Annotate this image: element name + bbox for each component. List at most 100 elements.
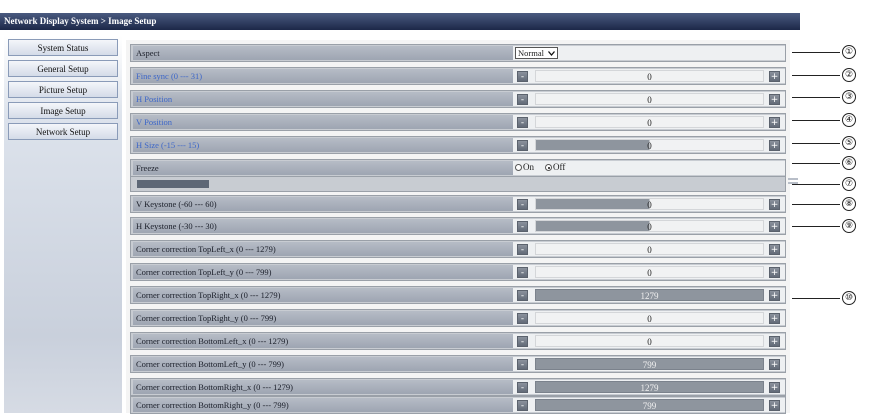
h-size-decrease-button[interactable]: - [517,140,528,151]
corner-tr-x-decrease-button[interactable]: - [517,290,528,301]
callout-leader-line [792,298,840,299]
corner-tr-x-value-cell: - 1279 + [513,288,785,302]
callout-marker: ② [842,68,856,82]
v-position-label[interactable]: V Position [133,115,514,129]
chevron-down-icon [548,49,556,56]
sidebar-item-image-setup[interactable]: Image Setup [8,102,118,119]
corner-bl-y-decrease-button[interactable]: - [517,359,528,370]
fine-sync-increase-button[interactable]: + [769,71,780,82]
callout-leader-line [792,52,840,53]
aspect-label: Aspect [133,46,514,60]
corner-tl-x-decrease-button[interactable]: - [517,244,528,255]
freeze-on-label: On [523,162,534,172]
h-keystone-decrease-button[interactable]: - [517,221,528,232]
callout-leader-line [792,163,840,164]
h-keystone-row: H Keystone (-30 --- 30) - 0 + [130,217,786,235]
corner-br-y-decrease-button[interactable]: - [517,400,528,411]
h-position-value: 0 [535,93,764,105]
corner-tl-y-decrease-button[interactable]: - [517,267,528,278]
corner-br-x-value: 1279 [535,381,764,393]
keystone-section-header [130,176,786,192]
corner-tl-x-value: 0 [535,243,764,255]
corner-tl-x-increase-button[interactable]: + [769,244,780,255]
h-size-increase-button[interactable]: + [769,140,780,151]
h-position-row: H Position - 0 + [130,90,786,108]
h-size-row: H Size (-15 --- 15) - 0 + [130,136,786,154]
corner-bl-y-label: Corner correction BottomLeft_y (0 --- 79… [133,357,514,371]
v-keystone-decrease-button[interactable]: - [517,199,528,210]
corner-tl-y-increase-button[interactable]: + [769,267,780,278]
h-size-slider[interactable]: 0 [535,139,764,151]
sidebar-item-general-setup[interactable]: General Setup [8,60,118,77]
corner-bl-x-increase-button[interactable]: + [769,336,780,347]
h-keystone-value-cell: - 0 + [513,219,785,233]
callout-leader-line [792,184,840,185]
corner-tl-x-value-cell: - 0 + [513,242,785,256]
corner-bl-y-row: Corner correction BottomLeft_y (0 --- 79… [130,355,786,373]
corner-br-y-label: Corner correction BottomRight_y (0 --- 7… [133,398,514,412]
sidebar: System Status General Setup Picture Setu… [4,36,122,413]
freeze-on-radio[interactable]: On [515,162,534,172]
v-position-increase-button[interactable]: + [769,117,780,128]
fine-sync-value: 0 [535,70,764,82]
corner-br-y-value: 799 [535,399,764,411]
v-keystone-increase-button[interactable]: + [769,199,780,210]
corner-tr-x-increase-button[interactable]: + [769,290,780,301]
v-position-decrease-button[interactable]: - [517,117,528,128]
corner-bl-x-row: Corner correction BottomLeft_x (0 --- 12… [130,332,786,350]
freeze-value-cell: On Off [513,161,785,175]
h-position-decrease-button[interactable]: - [517,94,528,105]
corner-tr-y-increase-button[interactable]: + [769,313,780,324]
corner-bl-y-increase-button[interactable]: + [769,359,780,370]
h-position-increase-button[interactable]: + [769,94,780,105]
h-keystone-increase-button[interactable]: + [769,221,780,232]
callout-marker: ④ [842,113,856,127]
corner-tr-y-decrease-button[interactable]: - [517,313,528,324]
corner-br-x-increase-button[interactable]: + [769,382,780,393]
sidebar-item-system-status[interactable]: System Status [8,39,118,56]
corner-br-y-value-cell: - 799 + [513,398,785,412]
v-position-value-cell: - 0 + [513,115,785,129]
freeze-row: Freeze On Off [130,159,786,177]
callout-leader-line [792,75,840,76]
corner-tr-y-label: Corner correction TopRight_y (0 --- 799) [133,311,514,325]
callout-marker: ⑦ [842,177,856,191]
callout-leader-line [792,97,840,98]
radio-checked-icon [545,164,552,171]
sidebar-item-picture-setup[interactable]: Picture Setup [8,81,118,98]
corner-bl-x-label: Corner correction BottomLeft_x (0 --- 12… [133,334,514,348]
callout-marker: ⑩ [842,291,856,305]
corner-br-y-increase-button[interactable]: + [769,400,780,411]
corner-br-x-label: Corner correction BottomRight_x (0 --- 1… [133,380,514,394]
corner-br-x-decrease-button[interactable]: - [517,382,528,393]
callout-leader-line [792,120,840,121]
fine-sync-row: Fine sync (0 --- 31) - 0 + [130,67,786,85]
corner-bl-x-value-cell: - 0 + [513,334,785,348]
v-keystone-slider[interactable]: 0 [535,198,764,210]
aspect-select[interactable]: Normal [515,47,559,59]
h-keystone-label: H Keystone (-30 --- 30) [133,219,514,233]
radio-unchecked-icon [515,164,522,171]
sidebar-item-network-setup[interactable]: Network Setup [8,123,118,140]
fine-sync-value-cell: - 0 + [513,69,785,83]
h-size-label[interactable]: H Size (-15 --- 15) [133,138,514,152]
h-position-value-cell: - 0 + [513,92,785,106]
fine-sync-decrease-button[interactable]: - [517,71,528,82]
corner-bl-x-decrease-button[interactable]: - [517,336,528,347]
v-keystone-value-cell: - 0 + [513,197,785,211]
callout-marker: ③ [842,90,856,104]
section-header-bar [137,180,209,188]
v-keystone-label: V Keystone (-60 --- 60) [133,197,514,211]
freeze-off-radio[interactable]: Off [545,162,565,172]
h-keystone-slider[interactable]: 0 [535,220,764,232]
callout-marker: ⑤ [842,136,856,150]
callout-leader-line [792,204,840,205]
h-position-label[interactable]: H Position [133,92,514,106]
fine-sync-label[interactable]: Fine sync (0 --- 31) [133,69,514,83]
freeze-label: Freeze [133,161,514,175]
callout-leader-line [792,226,840,227]
corner-tr-y-value-cell: - 0 + [513,311,785,325]
corner-tl-x-label: Corner correction TopLeft_x (0 --- 1279) [133,242,514,256]
corner-tl-x-row: Corner correction TopLeft_x (0 --- 1279)… [130,240,786,258]
corner-tr-x-value: 1279 [535,289,764,301]
